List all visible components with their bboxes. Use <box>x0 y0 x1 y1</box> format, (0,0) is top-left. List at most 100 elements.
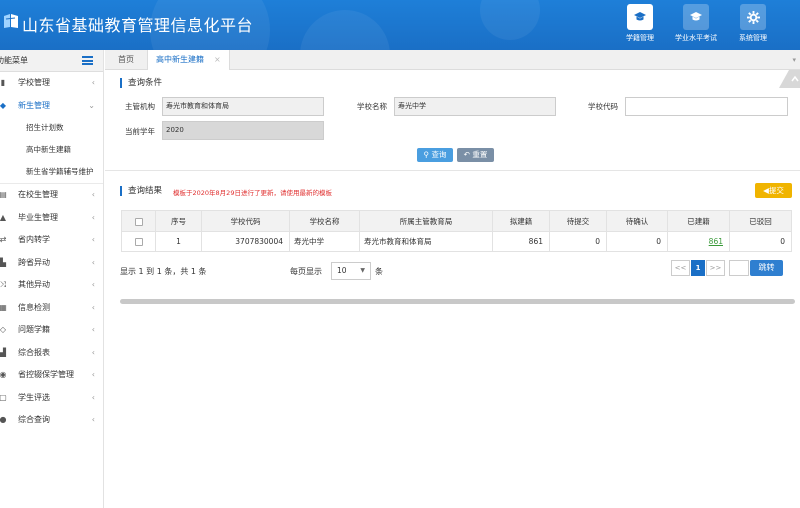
reset-button-label: 重置 <box>472 150 488 159</box>
sidebar-item-graduates[interactable]: ▲ 毕业生管理 ‹ <box>0 207 103 230</box>
per-page-select[interactable]: 10 ▼ <box>331 262 371 280</box>
graduation-cap-icon <box>683 4 709 30</box>
header-decoration <box>300 10 390 50</box>
horizontal-scrollbar[interactable] <box>120 299 795 304</box>
topnav-system-admin[interactable]: 系统管理 <box>731 4 775 43</box>
column-header[interactable]: 待确认 <box>606 210 668 232</box>
results-section-title: 查询结果 <box>120 186 162 196</box>
shield-icon: ◉ <box>0 370 7 379</box>
sidebar-item-school-mgmt[interactable]: ▮ 学校管理 ‹ <box>0 72 103 95</box>
sidebar-item-reports[interactable]: ▟ 综合报表 ‹ <box>0 342 103 365</box>
sidebar-item-general-query[interactable]: ● 综合查询 ‹ <box>0 409 103 432</box>
sidebar-subitem-enrollment-plan[interactable]: 招生计划数 <box>0 117 103 139</box>
created-count-cell[interactable]: 861 <box>667 231 730 252</box>
chevron-left-icon: ‹ <box>91 280 95 289</box>
planned-count-link[interactable]: 861 <box>492 231 550 252</box>
rejected-count-link[interactable]: 0 <box>729 231 792 252</box>
column-header[interactable]: 已驳回 <box>729 210 792 232</box>
reset-button[interactable]: ↶ 重置 <box>457 148 494 162</box>
sidebar-subitem-aux-number[interactable]: 新生省学籍辅号维护 <box>0 161 103 183</box>
pending-confirm-link[interactable]: 0 <box>606 231 668 252</box>
row-select-cell[interactable] <box>121 231 156 252</box>
tab-home[interactable]: 首页 <box>110 50 142 70</box>
sidebar-subitem-highschool-enroll[interactable]: 高中新生建籍 <box>0 139 103 161</box>
map-icon: ▙ <box>0 257 7 267</box>
jump-page-input[interactable] <box>729 260 749 276</box>
tab-bar: 首页 高中新生建籍 × ▾ <box>105 50 800 71</box>
question-icon: ◇ <box>0 325 7 334</box>
tab-label: 首页 <box>118 55 134 64</box>
submit-button[interactable]: ◀提交 <box>755 183 792 198</box>
topnav-level-exam[interactable]: 学业水平考试 <box>674 4 718 43</box>
caret-down-icon: ▼ <box>360 267 365 274</box>
per-page-label: 每页显示 <box>290 267 322 276</box>
row-checkbox[interactable] <box>134 238 143 246</box>
school-name-cell: 寿光中学 <box>289 231 360 252</box>
pagination-info: 显示 1 到 1 条，共 1 条 <box>120 267 207 276</box>
column-header[interactable]: 序号 <box>155 210 202 232</box>
next-page-button[interactable]: >> <box>706 260 725 276</box>
chart-icon: ▟ <box>0 347 7 357</box>
chevron-left-icon: ‹ <box>91 392 95 402</box>
chevron-left-icon: ‹ <box>91 78 95 87</box>
org-field[interactable]: 寿光市教育和体育局 <box>162 97 324 116</box>
search-icon: ⚲ <box>423 150 430 159</box>
school-code-cell: 3707830004 <box>201 231 290 252</box>
sidebar-item-current-students[interactable]: ▤ 在校生管理 ‹ <box>0 184 103 207</box>
select-all-checkbox[interactable] <box>134 217 143 226</box>
chevron-left-icon: ‹ <box>91 190 95 199</box>
school-name-field[interactable]: 寿光中学 <box>394 97 556 116</box>
column-header[interactable]: 拟建籍 <box>492 210 550 232</box>
graduation-cap-icon <box>627 4 653 30</box>
app-title: 山东省基础教育管理信息化平台 <box>22 16 254 35</box>
tab-highschool-enroll[interactable]: 高中新生建籍 × <box>147 50 230 71</box>
school-code-input[interactable] <box>625 97 788 116</box>
table-header-row: 序号 学校代码 学校名称 所属主管教育局 拟建籍 待提交 待确认 已建籍 已驳回 <box>121 210 792 232</box>
section-divider <box>105 170 800 171</box>
column-header[interactable]: 学校代码 <box>201 210 290 232</box>
prev-page-button[interactable]: << <box>671 260 690 276</box>
column-header[interactable]: 待提交 <box>549 210 607 232</box>
close-icon[interactable]: × <box>214 55 221 64</box>
table-row: 1 3707830004 寿光中学 寿光市教育和体育局 861 0 0 861 … <box>121 231 792 252</box>
chevron-left-icon: ‹ <box>91 302 95 312</box>
school-code-label: 学校代码 <box>588 102 618 111</box>
sidebar-item-problem-records[interactable]: ◇ 问题学籍 ‹ <box>0 319 103 342</box>
chevron-left-icon: ‹ <box>91 370 95 379</box>
jump-button[interactable]: 跳转 <box>750 260 783 276</box>
results-table: 序号 学校代码 学校名称 所属主管教育局 拟建籍 待提交 待确认 已建籍 已驳回… <box>121 210 792 252</box>
template-notice: 模板于2020年8月29日进行了更新，请使用最新的模板 <box>173 189 332 197</box>
school-year-label: 当前学年 <box>125 127 155 136</box>
menu-collapse-icon[interactable] <box>82 56 93 65</box>
scroll-up-icon[interactable] <box>775 70 800 88</box>
column-header[interactable]: 已建籍 <box>667 210 730 232</box>
sidebar-item-student-selection[interactable]: ▢ 学生评选 ‹ <box>0 387 103 410</box>
app-header: 山东省基础教育管理信息化平台 学籍管理 学业水平考试 系统管理 <box>0 0 800 50</box>
sidebar-item-freshman-mgmt[interactable]: ◆ 新生管理 ⌄ <box>0 95 103 118</box>
sidebar-item-dropout-control[interactable]: ◉ 省控辍保学管理 ‹ <box>0 364 103 387</box>
sidebar-item-cross-province[interactable]: ▙ 跨省异动 ‹ <box>0 252 103 275</box>
topnav-label: 学业水平考试 <box>675 34 717 42</box>
created-count-link[interactable]: 861 <box>709 237 723 246</box>
main-content: 查询条件 主管机构 寿光市教育和体育局 学校名称 寿光中学 学校代码 当前学年 … <box>105 70 800 508</box>
page-1-button[interactable]: 1 <box>691 260 705 276</box>
sidebar-item-info-check[interactable]: ▦ 信息检测 ‹ <box>0 297 103 320</box>
topnav-student-records[interactable]: 学籍管理 <box>618 4 662 43</box>
column-header[interactable]: 学校名称 <box>289 210 360 232</box>
sidebar-item-other-changes[interactable]: ⤨ 其他异动 ‹ <box>0 274 103 297</box>
sidebar-header: 功能菜单 <box>0 50 103 72</box>
select-all-header[interactable] <box>121 210 156 232</box>
org-label: 主管机构 <box>125 102 155 111</box>
pending-submit-link[interactable]: 0 <box>549 231 607 252</box>
sidebar-title: 功能菜单 <box>0 56 28 65</box>
chevron-left-icon: ‹ <box>91 347 95 357</box>
chevron-left-icon: ‹ <box>91 415 95 424</box>
sidebar: 功能菜单 ▮ 学校管理 ‹ ◆ 新生管理 ⌄ 招生计划数 高中新生建籍 新生省学… <box>0 50 104 508</box>
submit-button-label: 提交 <box>768 186 784 195</box>
bureau-cell: 寿光市教育和体育局 <box>359 231 493 252</box>
search-button[interactable]: ⚲ 查询 <box>417 148 453 162</box>
column-header[interactable]: 所属主管教育局 <box>359 210 493 232</box>
header-decoration <box>480 0 540 40</box>
chevron-down-icon[interactable]: ▾ <box>792 56 796 64</box>
sidebar-item-province-transfer[interactable]: ⇄ 省内转学 ‹ <box>0 229 103 252</box>
